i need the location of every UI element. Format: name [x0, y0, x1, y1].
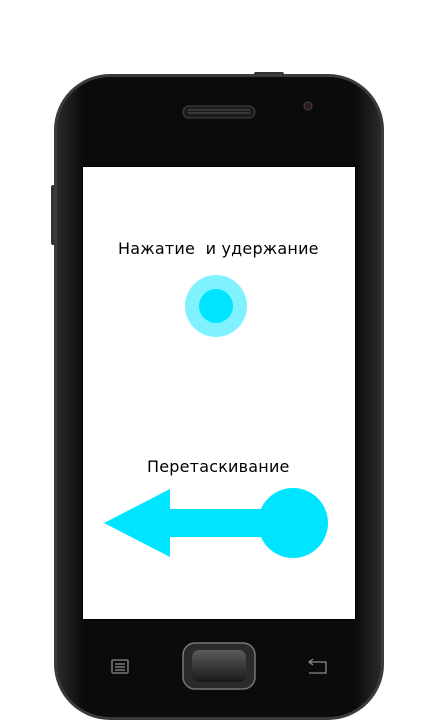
drag-label: Перетаскивание [147, 457, 290, 476]
phone-screen[interactable]: Нажатие и удержание Перетаскивание [83, 167, 355, 619]
press-hold-inner-dot [199, 289, 233, 323]
gesture-illustration [104, 275, 328, 558]
press-hold-label: Нажатие и удержание [118, 239, 319, 258]
phone-mockup: Нажатие и удержание Перетаскивание [0, 0, 432, 720]
drag-touch-point [258, 488, 328, 558]
arrow-left-icon [104, 488, 328, 558]
speaker-grille [182, 105, 256, 119]
front-camera [303, 101, 313, 111]
home-button-face [192, 650, 246, 682]
drag-arrow-shape [104, 489, 268, 557]
